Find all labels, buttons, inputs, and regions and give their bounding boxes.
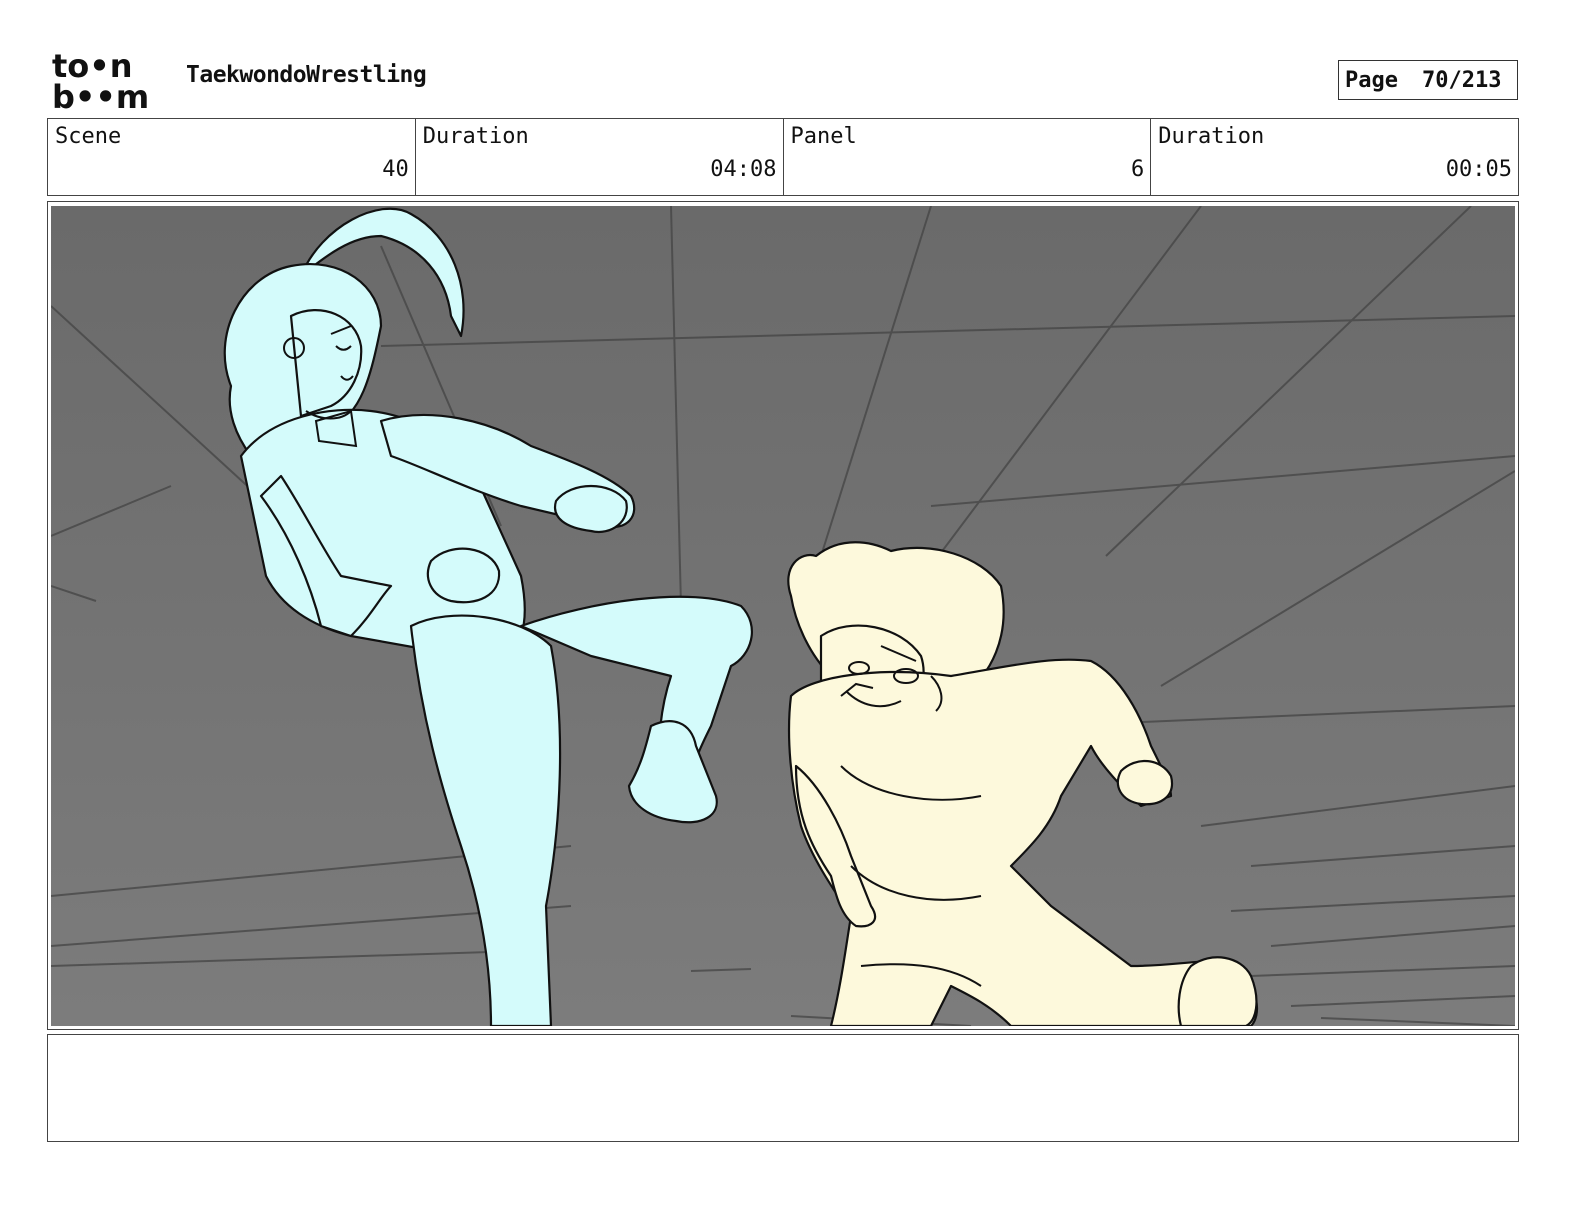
panel-duration-cell: Duration 00:05 (1151, 119, 1518, 195)
panel-duration-value: 00:05 (1445, 157, 1512, 182)
right-fighter-fist (1116, 759, 1174, 806)
scene-duration-cell: Duration 04:08 (416, 119, 784, 195)
right-fighter-boot (1177, 956, 1258, 1026)
page-number: 70/213 (1421, 67, 1502, 93)
logo-text-bottom: b••m (52, 78, 149, 112)
project-title: TaekwondoWrestling (186, 62, 427, 88)
scene-cell: Scene 40 (48, 119, 416, 195)
toon-boom-logo: to•n b••m (52, 50, 149, 112)
scene-duration-value: 04:08 (710, 157, 777, 182)
scene-number: 40 (382, 157, 409, 182)
page-label: Page (1345, 67, 1398, 93)
panel-duration-label: Duration (1158, 124, 1265, 149)
storyboard-drawing (51, 206, 1515, 1026)
panel-number: 6 (1131, 157, 1145, 182)
panel-cell: Panel 6 (784, 119, 1152, 195)
scene-label: Scene (55, 124, 122, 149)
panel-notes-box[interactable] (47, 1034, 1519, 1142)
scene-duration-label: Duration (422, 124, 529, 149)
panel-label: Panel (790, 124, 857, 149)
panel-info-row: Scene 40 Duration 04:08 Panel 6 Duration… (47, 118, 1519, 196)
left-fighter-fist-left (426, 547, 501, 604)
page-indicator: Page 70/213 (1338, 60, 1518, 100)
